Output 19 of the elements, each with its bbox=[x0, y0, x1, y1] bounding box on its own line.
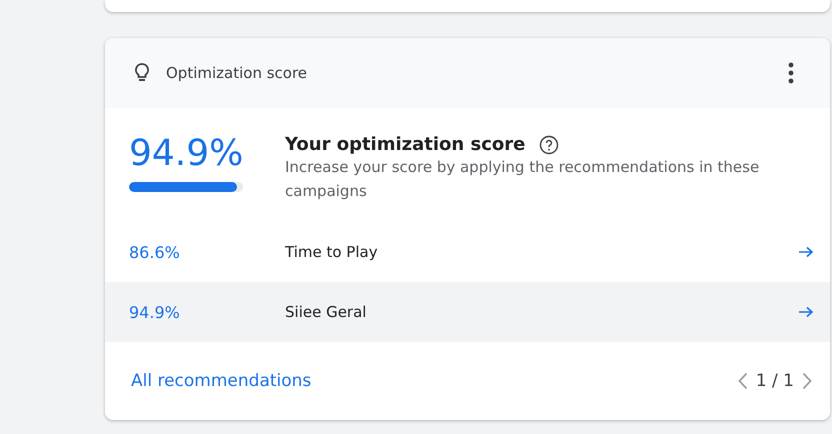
all-recommendations-link[interactable]: All recommendations bbox=[131, 371, 738, 391]
campaign-name: Siiee Geral bbox=[285, 303, 368, 321]
chevron-right-icon[interactable] bbox=[802, 372, 812, 390]
score-heading: Your optimization score bbox=[285, 134, 526, 155]
campaign-name: Time to Play bbox=[285, 243, 379, 261]
card-title: Optimization score bbox=[166, 64, 308, 82]
arrow-right-icon[interactable] bbox=[798, 306, 814, 318]
chevron-left-icon[interactable] bbox=[738, 372, 748, 390]
campaign-row[interactable]: 86.6% Time to Play bbox=[105, 222, 830, 282]
arrow-right-icon[interactable] bbox=[798, 246, 814, 258]
campaign-row[interactable]: 94.9% Siiee Geral bbox=[105, 282, 830, 342]
help-icon[interactable] bbox=[539, 134, 560, 154]
score-description: Increase your score by applying the recommendations in these campaigns bbox=[285, 157, 760, 202]
more-options-icon[interactable] bbox=[788, 62, 794, 84]
campaign-score: 86.6% bbox=[129, 242, 181, 262]
page-indicator: 1 / 1 bbox=[756, 371, 794, 391]
lightbulb-icon bbox=[135, 63, 149, 83]
score-value: 94.9% bbox=[129, 134, 244, 174]
campaign-score: 94.9% bbox=[129, 302, 181, 322]
